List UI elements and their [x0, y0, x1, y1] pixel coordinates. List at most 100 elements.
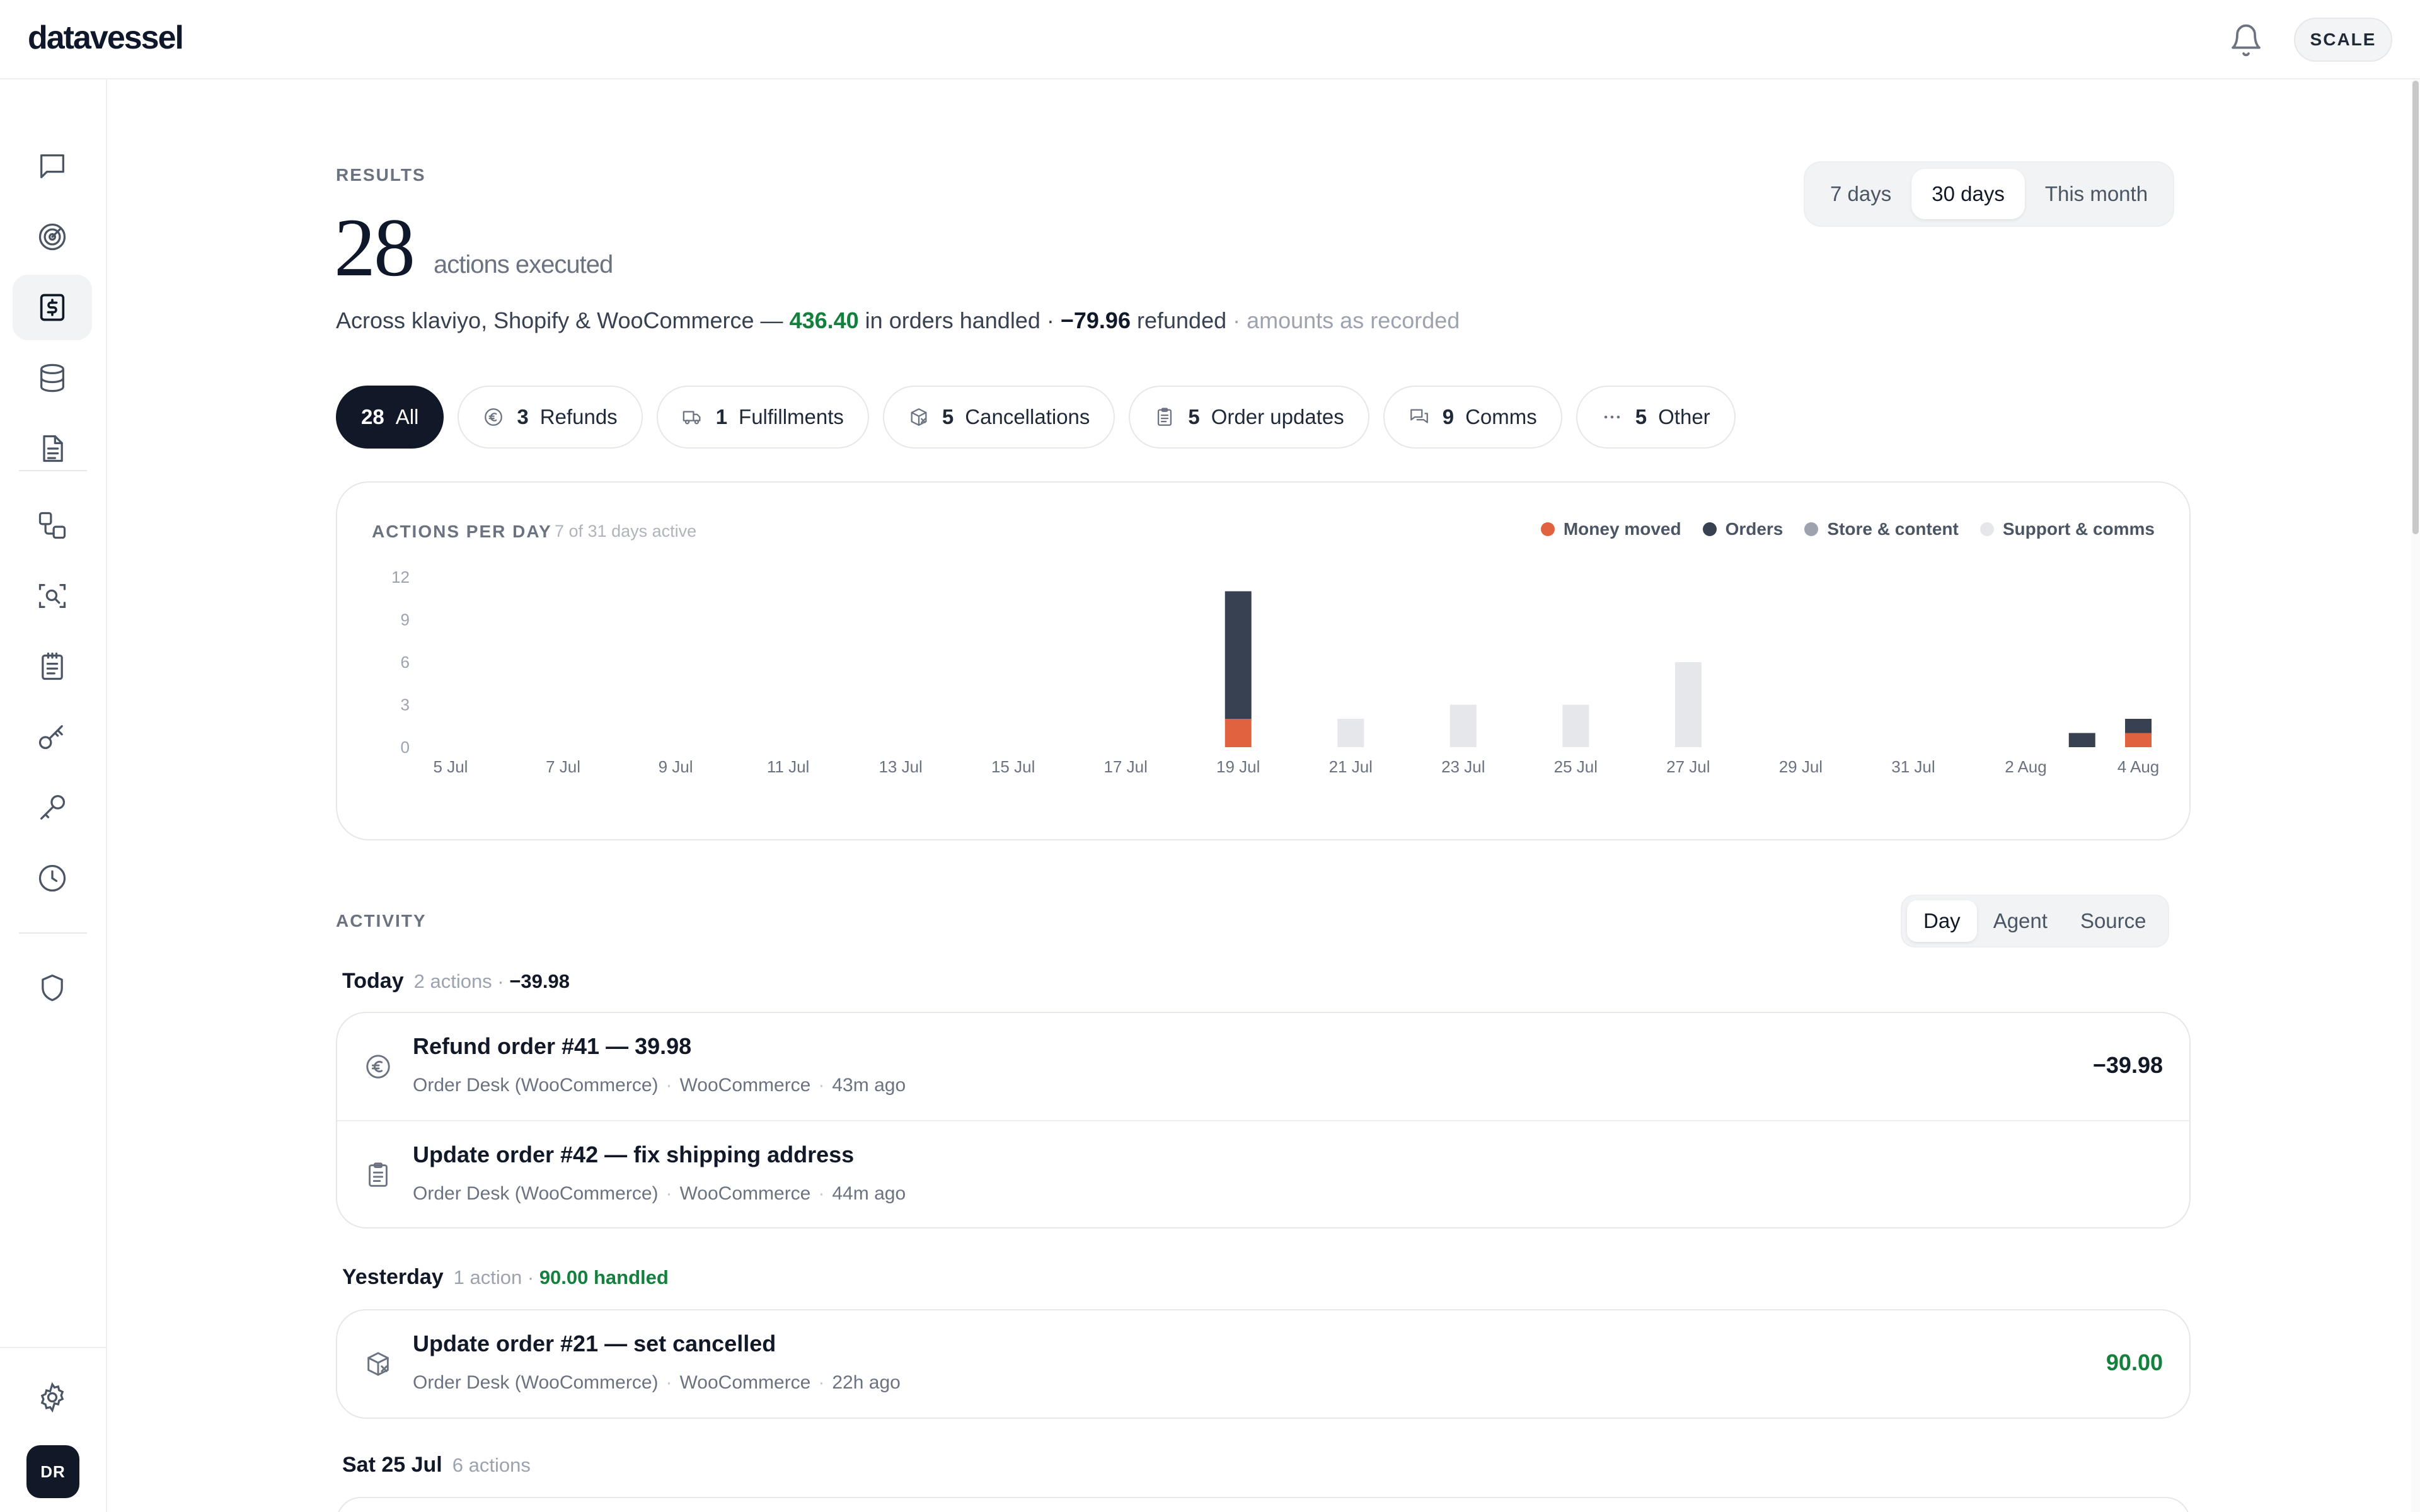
sidebar-item-settings[interactable]	[13, 1365, 92, 1430]
sidebar-bottom-divider	[0, 1347, 107, 1348]
y-tick-label: 12	[391, 568, 410, 587]
activity-row[interactable]: Update order #21 — set cancelled Order D…	[337, 1310, 2189, 1418]
filter-chip-cancellations[interactable]: 5 Cancellations	[882, 386, 1115, 449]
range-option-7-days[interactable]: 7 days	[1810, 169, 1911, 219]
bar-segment[interactable]	[2125, 719, 2152, 733]
truck-icon	[682, 406, 703, 428]
filter-chip-order-updates[interactable]: 5 Order updates	[1129, 386, 1369, 449]
sidebar-item-chat[interactable]	[13, 134, 92, 199]
actions-per-day-card: ACTIONS PER DAY 7 of 31 days active Mone…	[336, 481, 2191, 840]
bar-segment[interactable]	[1224, 719, 1252, 747]
package-x-icon	[908, 406, 930, 428]
database-icon	[40, 364, 64, 392]
chat-icon	[40, 154, 64, 178]
plan-badge[interactable]: SCALE	[2294, 18, 2392, 62]
activity-row[interactable]: Update order #42 — fix shipping address …	[337, 1120, 2189, 1227]
range-option-30-days[interactable]: 30 days	[1911, 169, 2025, 219]
bar-segment[interactable]	[1449, 704, 1477, 748]
group-option-day[interactable]: Day	[1907, 900, 1977, 942]
group-option-source[interactable]: Source	[2064, 900, 2163, 942]
x-tick-label: 27 Jul	[1666, 757, 1710, 776]
x-tick-label: 2 Aug	[2005, 757, 2047, 776]
sidebar-item-tools[interactable]	[13, 775, 92, 840]
activity-group-header: Yesterday 1 action · 90.00 handled	[342, 1265, 669, 1289]
bell-icon[interactable]	[2228, 23, 2264, 58]
activity-title: Update order #42 — fix shipping address	[413, 1142, 855, 1167]
group-day: Sat 25 Jul	[342, 1453, 442, 1477]
x-tick-label: 23 Jul	[1441, 757, 1485, 776]
activity-source: WooCommerce	[679, 1183, 811, 1204]
sidebar-item-documents[interactable]	[13, 416, 92, 481]
chat-bubbles-icon	[1409, 406, 1430, 428]
filter-chip-refunds[interactable]: 3 Refunds	[458, 386, 643, 449]
sidebar: DR	[0, 79, 107, 1512]
activity-time: 44m ago	[832, 1183, 906, 1204]
sidebar-item-keys[interactable]	[13, 704, 92, 770]
x-tick-label: 15 Jul	[991, 757, 1035, 776]
sidebar-item-scan[interactable]	[13, 563, 92, 629]
filter-count: 5	[942, 405, 954, 428]
activity-amount: −39.98	[2092, 1052, 2163, 1078]
ellipsis-icon	[1601, 406, 1623, 428]
range-selector: 7 days 30 days This month	[1804, 161, 2175, 227]
range-option-this-month[interactable]: This month	[2025, 169, 2168, 219]
group-option-agent[interactable]: Agent	[1977, 900, 2064, 942]
x-tick-label: 9 Jul	[659, 757, 693, 776]
sidebar-item-data[interactable]	[13, 345, 92, 411]
filter-chip-other[interactable]: 5 Other	[1576, 386, 1736, 449]
sidebar-item-tasks[interactable]	[13, 634, 92, 699]
x-tick-label: 11 Jul	[767, 757, 809, 776]
shield-icon	[42, 974, 63, 1002]
handled-amount: 436.40	[789, 307, 859, 333]
filter-chips: 28 All 3 Refunds 1 Fulfillments 5 Cancel…	[336, 386, 1736, 449]
x-tick-label: 19 Jul	[1216, 757, 1260, 776]
filter-label: Other	[1658, 405, 1710, 428]
filter-chip-fulfillments[interactable]: 1 Fulfillments	[656, 386, 869, 449]
filter-chip-all[interactable]: 28 All	[336, 386, 444, 449]
summary-prefix: Across klaviyo, Shopify & WooCommerce —	[336, 307, 790, 333]
x-tick-label: 25 Jul	[1554, 757, 1598, 776]
sidebar-item-security[interactable]	[13, 955, 92, 1021]
filter-count: 1	[715, 405, 728, 428]
avatar[interactable]: DR	[26, 1445, 79, 1498]
bar-segment[interactable]	[1224, 591, 1252, 719]
filter-count: 28	[361, 405, 384, 428]
clipboard-icon	[364, 1160, 393, 1189]
app-logo[interactable]: datavessel	[28, 19, 184, 57]
radar-icon	[38, 223, 66, 251]
package-x-icon	[364, 1349, 393, 1378]
activity-title: Update order #21 — set cancelled	[413, 1331, 776, 1356]
y-tick-label: 9	[401, 610, 410, 629]
actions-count-label: actions executed	[434, 251, 613, 278]
bar-segment[interactable]	[1337, 719, 1364, 747]
activity-agent: Order Desk (WooCommerce)	[413, 1075, 659, 1096]
sidebar-item-results[interactable]	[13, 275, 92, 340]
x-tick-label: 31 Jul	[1891, 757, 1935, 776]
activity-meta: Order Desk (WooCommerce) · WooCommerce · 22h…	[413, 1372, 901, 1393]
filter-label: Fulfillments	[739, 405, 844, 428]
bar-segment[interactable]	[1562, 704, 1589, 748]
activity-card: Update order #21 — set cancelled Order D…	[336, 1309, 2191, 1419]
y-tick-label: 6	[401, 653, 410, 672]
bar-segment[interactable]	[2068, 733, 2095, 748]
bar-segment[interactable]	[1674, 662, 1702, 747]
gear-icon	[40, 1382, 64, 1413]
filter-label: All	[395, 405, 419, 428]
sidebar-item-radar[interactable]	[13, 204, 92, 270]
sidebar-item-history[interactable]	[13, 845, 92, 911]
sidebar-item-workflows[interactable]	[13, 493, 92, 558]
document-icon	[43, 435, 63, 462]
filter-chip-comms[interactable]: 9 Comms	[1383, 386, 1562, 449]
activity-row[interactable]: Refund order #41 — 39.98 Order Desk (Woo…	[337, 1013, 2189, 1120]
amounts-note: · amounts as recorded	[1226, 307, 1460, 333]
bar-segment[interactable]	[2125, 733, 2152, 748]
x-tick-label: 4 Aug	[2118, 757, 2160, 776]
x-tick-label: 21 Jul	[1329, 757, 1373, 776]
activity-card: Refund order #41 — 39.98 Order Desk (Woo…	[336, 1012, 2191, 1228]
sidebar-divider	[19, 470, 87, 471]
results-summary: Across klaviyo, Shopify & WooCommerce — …	[336, 307, 1460, 334]
scrollbar-thumb[interactable]	[2412, 81, 2419, 534]
filter-label: Comms	[1465, 405, 1537, 428]
activity-section-label: ACTIVITY	[336, 911, 427, 931]
filter-count: 5	[1188, 405, 1200, 428]
